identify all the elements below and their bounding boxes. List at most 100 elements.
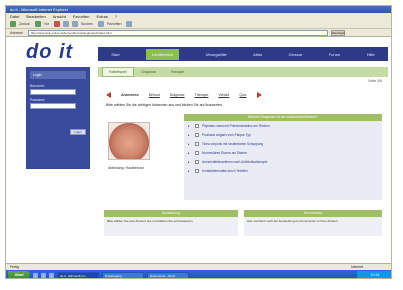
address-bar: Adresse http://www.doit-online.de/lernen… (6, 29, 391, 40)
menu-bar: Datei Bearbeiten Ansicht Favoriten Extra… (6, 13, 391, 20)
login-sidebar: Login Benutzer: Passwort: Login (26, 67, 90, 169)
instruction-text: Bitte wählen Sie die richtigen Antworten… (106, 103, 223, 107)
nav-atlas[interactable]: Atlas (253, 52, 262, 57)
bullet-icon: ▸ (188, 150, 190, 155)
answer-text: Nummuläres Ekzem am Stamm (202, 150, 247, 155)
address-label: Adresse (10, 30, 23, 35)
main-navigation: Start Lernbereich Übungsfälle Atlas Glos… (98, 47, 388, 61)
menu-datei[interactable]: Datei (10, 13, 19, 20)
photo-caption: Abbildung: Hautbefund (108, 166, 144, 170)
page-counter: Seite 3/6 (368, 79, 382, 83)
task-mail[interactable]: Posteingang (102, 271, 144, 278)
answer-checkbox[interactable] (195, 123, 199, 128)
nav-start[interactable]: Start (111, 52, 119, 57)
login-button[interactable]: Login (70, 129, 86, 135)
sidebar-header: Login (30, 71, 86, 79)
status-bar: Fertig Internet (6, 263, 391, 270)
task-browser[interactable]: do it - Microsoft Int... (57, 271, 99, 278)
favorites-button[interactable]: Favoriten (107, 22, 122, 26)
bullet-icon: ▸ (188, 123, 190, 128)
step-therapie[interactable]: Therapie (195, 93, 209, 97)
user-input[interactable] (30, 89, 76, 95)
user-label: Benutzer: (30, 84, 45, 88)
main-content: Fallbeispiel Diagnose Therapie Seite 3/6… (98, 67, 388, 263)
back-button[interactable]: Zurück (19, 22, 30, 26)
bullet-icon: ▸ (188, 141, 190, 146)
nav-glossar[interactable]: Glossar (289, 52, 303, 57)
search-button[interactable]: Suchen (81, 22, 93, 26)
nav-forum[interactable]: Forum (329, 52, 341, 57)
quicklaunch-icon[interactable] (41, 272, 46, 278)
screen: do it - Microsoft Internet Explorer Date… (0, 0, 403, 290)
answer-checkbox[interactable] (195, 159, 199, 164)
question-panel: Welche Diagnose ist am wahrscheinlichste… (184, 114, 382, 200)
nav-hilfe[interactable]: Hilfe (367, 52, 375, 57)
menu-extras[interactable]: Extras (97, 13, 108, 20)
home-icon[interactable] (71, 21, 78, 27)
menu-favoriten[interactable]: Favoriten (73, 13, 90, 20)
answer-row[interactable]: ▸ Nummuläres Ekzem am Stamm (184, 148, 382, 157)
system-clock: 10:24 (357, 271, 391, 278)
evaluation-text: Bitte wählen Sie eine Antwort aus und kl… (107, 219, 194, 223)
quicklaunch-icon[interactable] (33, 272, 38, 278)
window-title: do it - Microsoft Internet Explorer (6, 6, 391, 13)
web-page: do it Start Lernbereich Übungsfälle Atla… (6, 37, 391, 263)
refresh-icon[interactable] (62, 21, 69, 27)
next-arrow-icon[interactable] (256, 92, 262, 98)
tab-fallbeispiel[interactable]: Fallbeispiel (102, 67, 134, 77)
task-word[interactable]: Dokument1 - Word (147, 271, 189, 278)
answer-row[interactable]: ▸ Tinea corporis mit randbetonter Schupp… (184, 139, 382, 148)
answer-row[interactable]: ▸ Pityriasis rosea mit Primärmedaillon a… (184, 121, 382, 130)
answer-row[interactable]: ▸ Psoriasis vulgaris vom Plaque-Typ (184, 130, 382, 139)
answer-text: Kontaktdermatitis durch Textilien (202, 168, 248, 173)
taskbar: Start do it - Microsoft Int... Posteinga… (6, 270, 391, 278)
menu-bearbeiten[interactable]: Bearbeiten (26, 13, 45, 20)
nav-uebungsfaelle[interactable]: Übungsfälle (206, 52, 227, 57)
answer-checkbox[interactable] (195, 168, 199, 173)
menu-help[interactable]: ? (115, 13, 117, 20)
quiz-area: Abbildung: Hautbefund Welche Diagnose is… (104, 114, 382, 204)
forward-icon[interactable] (34, 21, 41, 27)
answer-text: Arzneimittelexanthem nach Antibiotikathe… (202, 159, 268, 164)
tab-diagnose[interactable]: Diagnose (136, 68, 163, 76)
password-input[interactable] (30, 103, 76, 109)
evaluation-box: Auswertung Bitte wählen Sie eine Antwort… (104, 210, 238, 236)
answer-checkbox[interactable] (195, 141, 199, 146)
go-button[interactable]: Wechseln zu (330, 29, 345, 40)
answer-row[interactable]: ▸ Arzneimittelexanthem nach Antibiotikat… (184, 157, 382, 166)
start-button[interactable]: Start (8, 271, 30, 278)
step-anamnese[interactable]: Anamnese (121, 93, 139, 97)
quicklaunch-icon[interactable] (49, 272, 54, 278)
comment-header: Kommentar (244, 210, 382, 217)
previous-arrow-icon[interactable] (106, 92, 111, 98)
question-header: Welche Diagnose ist am wahrscheinlichste… (184, 114, 382, 121)
answer-row[interactable]: ▸ Kontaktdermatitis durch Textilien (184, 166, 382, 175)
browser-window: do it - Microsoft Internet Explorer Date… (5, 5, 392, 279)
answer-text: Tinea corporis mit randbetonter Schuppun… (202, 141, 264, 146)
nav-lernbereich[interactable]: Lernbereich (146, 48, 180, 60)
evaluation-header: Auswertung (104, 210, 238, 217)
stop-icon[interactable] (53, 21, 60, 27)
site-logo[interactable]: do it (26, 41, 73, 64)
feedback-area: Auswertung Bitte wählen Sie eine Antwort… (104, 210, 382, 236)
answer-text: Psoriasis vulgaris vom Plaque-Typ (202, 132, 251, 137)
answer-text: Pityriasis rosea mit Primärmedaillon am … (202, 123, 270, 128)
answer-checkbox[interactable] (195, 150, 199, 155)
step-befund[interactable]: Befund (149, 93, 160, 97)
back-icon[interactable] (10, 21, 16, 27)
step-quiz[interactable]: Quiz (239, 93, 246, 97)
step-diagnose[interactable]: Diagnose (170, 93, 185, 97)
address-input[interactable]: http://www.doit-online.de/lernen/dermato… (27, 29, 328, 36)
step-verlauf[interactable]: Verlauf (218, 93, 229, 97)
menu-ansicht[interactable]: Ansicht (53, 13, 66, 20)
browser-toolbar: Zurück Vor Suchen Favoriten (6, 20, 391, 29)
forward-button[interactable]: Vor (44, 22, 49, 26)
answer-checkbox[interactable] (195, 132, 199, 137)
bullet-icon: ▸ (188, 168, 190, 173)
bullet-icon: ▸ (188, 159, 190, 164)
favorites-icon[interactable] (97, 21, 104, 27)
history-icon[interactable] (126, 21, 133, 27)
skin-photo (108, 122, 150, 160)
tab-therapie[interactable]: Therapie (164, 68, 190, 76)
step-navigation: Anamnese Befund Diagnose Therapie Verlau… (98, 91, 388, 99)
